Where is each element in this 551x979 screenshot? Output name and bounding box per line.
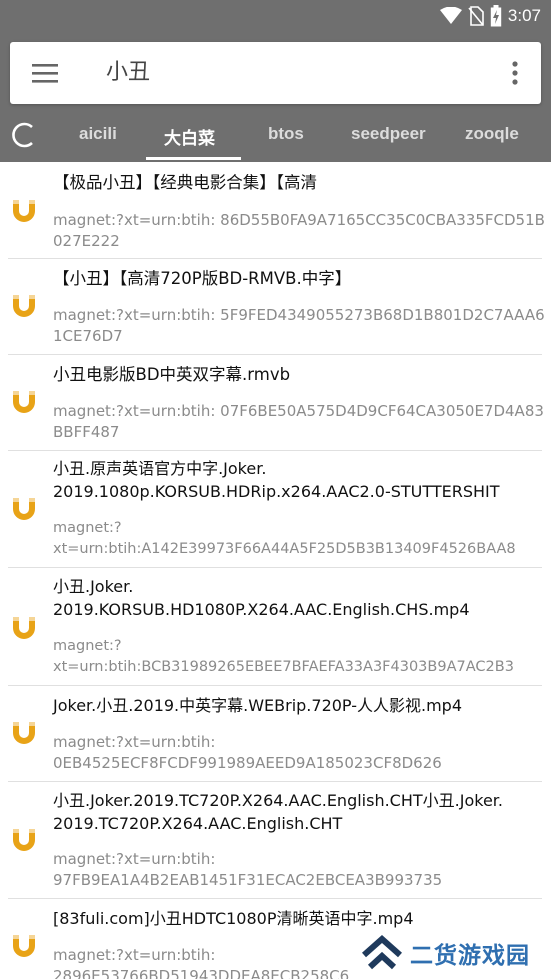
tab-btos[interactable]: btos <box>268 124 304 144</box>
menu-icon[interactable] <box>32 62 60 84</box>
magnet-icon <box>13 722 35 744</box>
list-item[interactable]: 小丑.Joker. 2019.KORSUB.HD1080P.X264.AAC.E… <box>0 568 551 685</box>
result-magnet: magnet:?xt=urn:btih: 86D55B0FA9A7165CC35… <box>53 211 545 250</box>
refresh-icon[interactable] <box>12 122 38 148</box>
magnet-icon <box>13 498 35 520</box>
tab-dabaicai[interactable]: 大白菜 <box>164 124 215 149</box>
battery-charging-icon <box>490 5 502 27</box>
watermark: 二货游戏园 <box>360 931 530 975</box>
result-magnet: magnet:?xt=urn:btih: 0EB4525ECF8FCDF9919… <box>53 733 442 772</box>
result-title: 【极品小丑】【经典电影合集】【高清 <box>53 173 317 192</box>
status-bar: 3:07 <box>0 0 551 34</box>
result-title: 小丑.Joker.2019.TC720P.X264.AAC.English.CH… <box>53 791 503 833</box>
list-item[interactable]: 小丑.原声英语官方中字.Joker. 2019.1080p.KORSUB.HDR… <box>0 451 551 567</box>
watermark-text: 二货游戏园 <box>410 943 530 969</box>
result-magnet: magnet:?xt=urn:btih: 07F6BE50A575D4D9CF6… <box>53 402 544 441</box>
list-item[interactable]: 小丑.Joker.2019.TC720P.X264.AAC.English.CH… <box>0 782 551 898</box>
magnet-icon <box>13 935 35 957</box>
magnet-icon <box>13 617 35 639</box>
result-list: 【极品小丑】【经典电影合集】【高清 magnet:?xt=urn:btih: 8… <box>0 162 551 979</box>
tab-aicili[interactable]: aicili <box>79 124 117 144</box>
result-magnet: magnet:? xt=urn:btih:A142E39973F66A44A5F… <box>53 520 516 557</box>
result-magnet: magnet:? xt=urn:btih:BCB31989265EBEE7BFA… <box>53 638 514 675</box>
status-icons: 3:07 <box>439 4 541 28</box>
result-title: [83fuli.com]小丑HDTC1080P清晰英语中字.mp4 <box>53 909 414 928</box>
double-chevron-up-icon <box>362 934 402 970</box>
result-title: 小丑.Joker. 2019.KORSUB.HD1080P.X264.AAC.E… <box>53 577 470 619</box>
result-title: Joker.小丑.2019.中英字幕.WEBrip.720P-人人影视.mp4 <box>53 696 463 715</box>
magnet-icon <box>13 200 35 222</box>
wifi-icon <box>439 7 462 24</box>
tab-zooqle[interactable]: zooqle <box>465 124 519 144</box>
list-item[interactable]: 小丑电影版BD中英双字幕.rmvb magnet:?xt=urn:btih: 0… <box>0 355 551 450</box>
magnet-icon <box>13 391 35 413</box>
magnet-icon <box>13 295 35 317</box>
list-item[interactable]: 【小丑】【高清720P版BD-RMVB.中字】 magnet:?xt=urn:b… <box>0 259 551 354</box>
more-vert-icon[interactable] <box>511 60 519 86</box>
result-magnet: magnet:?xt=urn:btih: 97FB9EA1A4B2EAB1451… <box>53 850 443 889</box>
active-tab-indicator <box>146 157 241 160</box>
search-bar[interactable]: 小丑 <box>10 42 541 104</box>
magnet-icon <box>13 829 35 851</box>
no-sim-icon <box>468 6 484 26</box>
result-magnet: magnet:?xt=urn:btih: 5F9FED4349055273B68… <box>53 306 545 345</box>
list-item[interactable]: 【极品小丑】【经典电影合集】【高清 magnet:?xt=urn:btih: 8… <box>0 162 551 258</box>
result-title: 小丑电影版BD中英双字幕.rmvb <box>53 365 291 384</box>
clock: 3:07 <box>507 6 541 25</box>
tab-seedpeer[interactable]: seedpeer <box>351 124 426 144</box>
list-item[interactable]: Joker.小丑.2019.中英字幕.WEBrip.720P-人人影视.mp4 … <box>0 686 551 781</box>
search-query[interactable]: 小丑 <box>106 57 150 89</box>
result-title: 小丑.原声英语官方中字.Joker. 2019.1080p.KORSUB.HDR… <box>53 459 500 501</box>
result-title: 【小丑】【高清720P版BD-RMVB.中字】 <box>53 269 352 288</box>
source-tab-bar: aicili 大白菜 btos seedpeer zooqle <box>0 110 551 162</box>
